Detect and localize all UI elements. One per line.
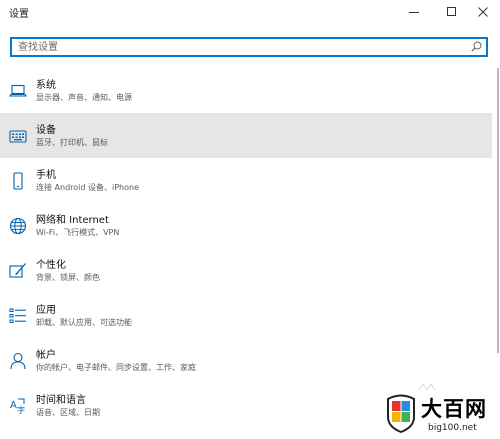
- time-language-icon: A 字: [10, 398, 25, 415]
- phone-icon: [13, 172, 23, 190]
- category-description: 显示器、声音、通知、电源: [36, 93, 132, 102]
- watermark-logo-icon: [387, 394, 415, 433]
- category-label: 应用: [36, 305, 56, 316]
- svg-text:字: 字: [17, 405, 25, 415]
- search-box[interactable]: [10, 37, 488, 57]
- category-personalization[interactable]: 个性化 背景、锁屏、颜色: [0, 248, 492, 293]
- close-icon: [478, 7, 488, 17]
- minimize-button[interactable]: [397, 0, 431, 24]
- category-label: 设备: [36, 125, 56, 136]
- category-label: 网络和 Internet: [36, 215, 109, 226]
- category-label: 时间和语言: [36, 395, 86, 406]
- decorative-mark: [418, 383, 436, 391]
- category-description: 蓝牙、打印机、鼠标: [36, 138, 108, 147]
- category-description: 语音、区域、日期: [36, 408, 100, 417]
- minimize-icon: [409, 12, 419, 13]
- category-label: 个性化: [36, 260, 66, 271]
- maximize-icon: [447, 7, 456, 16]
- settings-category-list: 系统 显示器、声音、通知、电源 设备 蓝牙、打印机、鼠标 手机 连接 Andro…: [0, 68, 492, 428]
- scrollbar[interactable]: [492, 60, 500, 439]
- category-phone[interactable]: 手机 连接 Android 设备、iPhone: [0, 158, 492, 203]
- category-description: 你的帐户、电子邮件、同步设置、工作、家庭: [36, 363, 196, 372]
- category-label: 帐户: [36, 350, 56, 361]
- watermark-url: big100.net: [428, 423, 477, 433]
- laptop-icon: [9, 84, 27, 97]
- settings-window: 设置 查找设置 系统 显示器、声音、通知、电源 设备 蓝牙、打印机、鼠标 手机 …: [0, 0, 500, 439]
- maximize-button[interactable]: [435, 0, 469, 24]
- svg-text:A: A: [10, 400, 17, 411]
- globe-icon: [9, 217, 27, 235]
- watermark-text: 大百网: [421, 397, 487, 421]
- apps-list-icon: [9, 308, 26, 323]
- category-accounts[interactable]: 帐户 你的帐户、电子邮件、同步设置、工作、家庭: [0, 338, 492, 383]
- category-label: 手机: [36, 170, 56, 181]
- category-devices[interactable]: 设备 蓝牙、打印机、鼠标: [0, 113, 492, 158]
- category-description: 连接 Android 设备、iPhone: [36, 183, 140, 192]
- window-title: 设置: [9, 9, 29, 20]
- keyboard-icon: [9, 130, 27, 143]
- category-network[interactable]: 网络和 Internet Wi-Fi、飞行模式、VPN: [0, 203, 492, 248]
- paint-brush-icon: [9, 263, 26, 278]
- category-description: Wi-Fi、飞行模式、VPN: [36, 228, 120, 237]
- category-system[interactable]: 系统 显示器、声音、通知、电源: [0, 68, 492, 113]
- category-description: 背景、锁屏、颜色: [36, 273, 100, 282]
- scrollbar-thumb[interactable]: [497, 68, 499, 353]
- watermark: 大百网 big100.net: [384, 393, 496, 437]
- category-description: 卸载、默认应用、可选功能: [36, 318, 132, 327]
- close-button[interactable]: [466, 0, 500, 24]
- search-icon[interactable]: [471, 41, 482, 52]
- person-icon: [10, 352, 26, 370]
- search-input[interactable]: [18, 39, 458, 55]
- title-bar: 设置: [0, 0, 500, 26]
- category-apps[interactable]: 应用 卸载、默认应用、可选功能: [0, 293, 492, 338]
- category-label: 系统: [36, 80, 56, 91]
